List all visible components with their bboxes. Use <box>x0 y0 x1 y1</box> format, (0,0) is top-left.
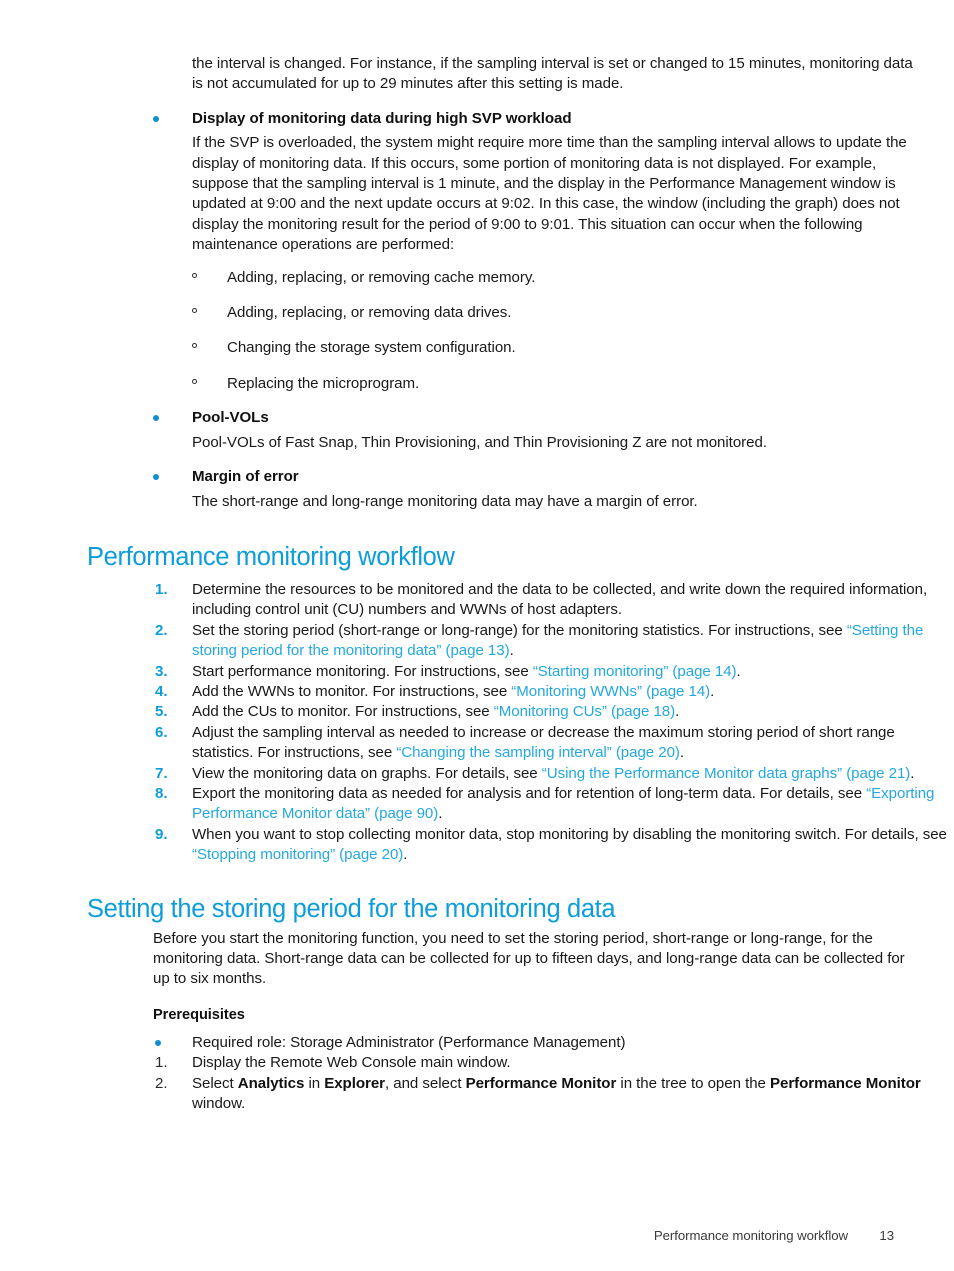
step-number: 5. <box>155 703 168 721</box>
step-number: 8. <box>155 784 168 802</box>
step-number: 7. <box>155 764 168 782</box>
cross-reference-link[interactable]: “Monitoring CUs” (page 18) <box>494 703 675 720</box>
step-number: 2. <box>155 621 168 639</box>
notes-list: Display of monitoring data during high S… <box>85 109 907 512</box>
list-item: Changing the storage system configuratio… <box>192 338 894 358</box>
step-text: Set the storing period (short-range or l… <box>192 621 924 660</box>
bullet-dot-icon <box>153 415 159 422</box>
continuation-paragraph: the interval is changed. For instance, i… <box>192 55 913 93</box>
bullet-dot-icon <box>153 115 159 122</box>
step-number: 3. <box>155 662 168 680</box>
cross-reference-link[interactable]: “Stopping monitoring” (page 20) <box>192 846 403 863</box>
workflow-step: 8. Export the monitoring data as needed f… <box>153 784 953 825</box>
step-text: Start performance monitoring. For instru… <box>192 662 741 680</box>
footer-page-number: 13 <box>879 1228 894 1243</box>
step-number: 1. <box>155 1054 168 1072</box>
step-text: When you want to stop collecting monitor… <box>192 825 947 864</box>
list-item: Adding, replacing, or removing data driv… <box>192 303 894 323</box>
step-number: 1. <box>155 580 168 598</box>
list-item: Replacing the microprogram. <box>192 374 894 394</box>
prerequisites-list: Required role: Storage Administrator (Pe… <box>153 1033 953 1115</box>
cross-reference-link[interactable]: “Changing the sampling interval” (page 2… <box>396 744 680 761</box>
step-number: 6. <box>155 723 168 741</box>
workflow-step: 6. Adjust the sampling interval as needed… <box>153 723 953 764</box>
note-term: Pool-VOLs <box>192 409 269 427</box>
list-item: Required role: Storage Administrator (Pe… <box>153 1033 953 1053</box>
workflow-steps-list: 1. Determine the resources to be monitore… <box>153 580 953 866</box>
note-sub-list: Adding, replacing, or removing cache mem… <box>192 268 894 395</box>
cross-reference-link[interactable]: “Using the Performance Monitor data grap… <box>542 765 911 782</box>
step-text: View the monitoring data on graphs. For … <box>192 764 915 782</box>
step-number: 4. <box>155 682 168 700</box>
prerequisite-step: 1. Display the Remote Web Console main wi… <box>153 1053 953 1073</box>
hollow-circle-icon <box>192 272 197 278</box>
bullet-dot-icon <box>153 474 159 481</box>
page-title-workflow: Performance monitoring workflow <box>87 542 455 571</box>
prerequisite-role-text: Required role: Storage Administrator (Pe… <box>192 1033 626 1051</box>
hollow-circle-icon <box>192 343 197 349</box>
note-body: Pool-VOLs of Fast Snap, Thin Provisionin… <box>192 433 767 451</box>
step-text: Add the WWNs to monitor. For instruction… <box>192 682 715 700</box>
hollow-circle-icon <box>192 378 197 384</box>
cross-reference-link[interactable]: “Starting monitoring” (page 14) <box>533 663 737 680</box>
note-body: If the SVP is overloaded, the system mig… <box>192 134 907 254</box>
step-number: 2. <box>155 1074 168 1092</box>
storing-period-intro: Before you start the monitoring function… <box>153 929 905 988</box>
hollow-circle-icon <box>192 308 197 314</box>
step-number: 9. <box>155 825 168 843</box>
workflow-step: 3. Start performance monitoring. For inst… <box>153 662 953 682</box>
cross-reference-link[interactable]: “Setting the storing period for the moni… <box>192 622 923 659</box>
workflow-step: 5. Add the CUs to monitor. For instructio… <box>153 702 953 722</box>
step-text: Export the monitoring data as needed for… <box>192 784 935 823</box>
workflow-step: 9. When you want to stop collecting monit… <box>153 825 953 866</box>
prerequisite-step: 2. Select Analytics in Explorer, and sele… <box>153 1074 953 1115</box>
note-body: The short-range and long-range monitorin… <box>192 492 698 510</box>
ui-term: Performance Monitor <box>770 1074 921 1092</box>
step-text: Determine the resources to be monitored … <box>192 580 928 619</box>
workflow-step: 1. Determine the resources to be monitore… <box>153 580 953 621</box>
step-text: Adjust the sampling interval as needed t… <box>192 723 895 762</box>
note-term: Margin of error <box>192 468 299 486</box>
note-block: Display of monitoring data during high S… <box>153 109 919 256</box>
workflow-step: 4. Add the WWNs to monitor. For instructi… <box>153 682 953 702</box>
cross-reference-link[interactable]: “Exporting Performance Monitor data” (pa… <box>192 785 934 822</box>
ui-term: Analytics <box>237 1074 305 1092</box>
step-text: Display the Remote Web Console main wind… <box>192 1054 511 1072</box>
page-footer: Performance monitoring workflow 13 <box>85 1228 894 1243</box>
cross-reference-link[interactable]: “Monitoring WWNs” (page 14) <box>511 683 710 700</box>
workflow-step: 2. Set the storing period (short-range or… <box>153 621 953 662</box>
note-block: Pool-VOLs Pool-VOLs of Fast Snap, Thin Pr… <box>153 408 919 453</box>
document-page: the interval is changed. For instance, i… <box>0 0 954 1271</box>
workflow-step: 7. View the monitoring data on graphs. Fo… <box>153 764 953 784</box>
ui-term: Performance Monitor <box>465 1074 617 1092</box>
ui-term: Explorer <box>324 1074 385 1092</box>
footer-chapter-title: Performance monitoring workflow <box>653 1228 848 1243</box>
step-text: Select Analytics in Explorer, and select… <box>192 1074 921 1113</box>
note-term: Display of monitoring data during high S… <box>192 109 572 127</box>
bullet-dot-icon <box>155 1039 161 1046</box>
prerequisites-label: Prerequisites <box>153 1006 245 1023</box>
list-item: Adding, replacing, or removing cache mem… <box>192 268 894 288</box>
step-text: Add the CUs to monitor. For instructions… <box>192 703 680 721</box>
page-title-storing-period: Setting the storing period for the monit… <box>87 894 616 923</box>
note-block: Margin of error The short-range and long-… <box>153 467 919 512</box>
